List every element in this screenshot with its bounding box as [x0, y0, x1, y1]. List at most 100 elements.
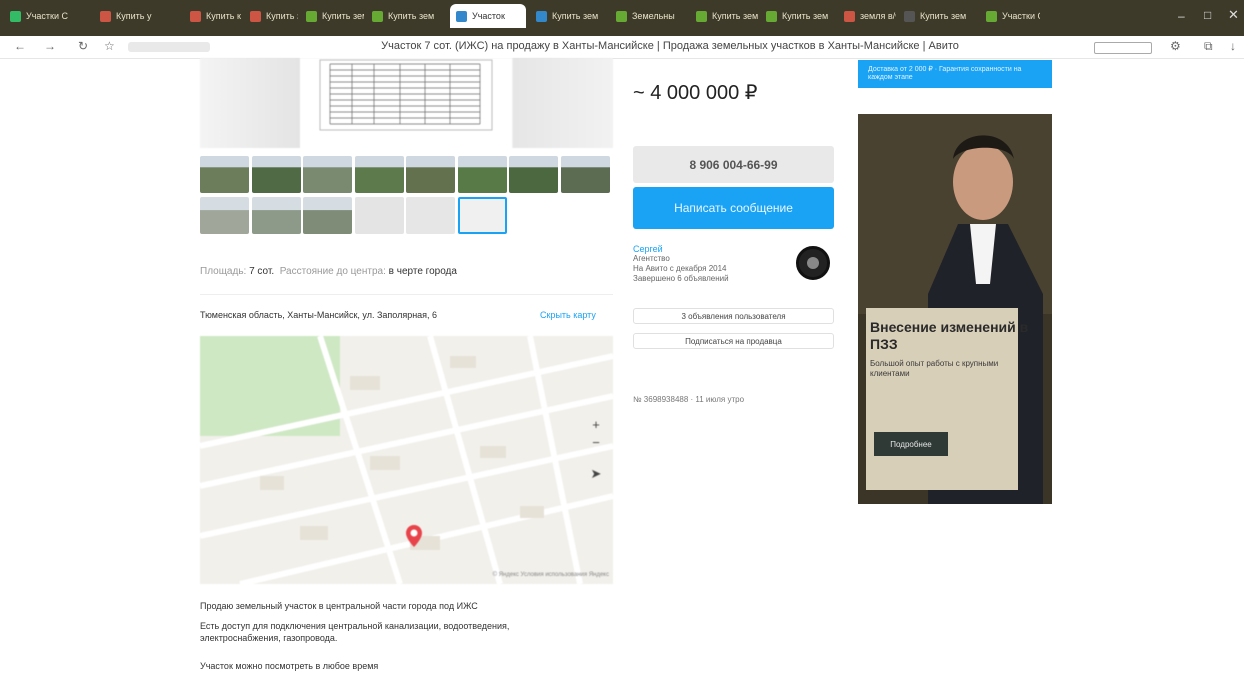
back-icon[interactable]: ←: [14, 39, 26, 53]
photo-thumbnail[interactable]: [457, 197, 507, 234]
tab-label: Участки С: [1002, 11, 1040, 21]
map[interactable]: + − ➤ © Яндекс Условия использования Янд…: [200, 336, 613, 584]
seller-name-link[interactable]: Сергей: [633, 244, 729, 254]
tab-favicon-icon: [986, 10, 997, 22]
tab-favicon-icon: [10, 10, 21, 22]
tab-label: Купить зем: [782, 11, 829, 21]
toggle-map-link[interactable]: Скрыть карту: [540, 310, 596, 320]
area-value: 7 сот.: [249, 266, 275, 277]
window-maximize-icon[interactable]: □: [1204, 8, 1211, 22]
browser-tab[interactable]: Купить зем: [366, 4, 444, 28]
show-phone-button[interactable]: 8 906 004-66-99: [633, 146, 834, 183]
photo-thumbnail[interactable]: [200, 197, 249, 234]
downloads-chip[interactable]: [1094, 42, 1152, 54]
photo-thumbnail[interactable]: [251, 197, 301, 234]
write-message-button[interactable]: Написать сообщение: [633, 187, 834, 229]
tab-favicon-icon: [456, 10, 467, 22]
photo-thumbnail[interactable]: [406, 197, 455, 234]
window-minimize-icon[interactable]: –: [1178, 9, 1185, 23]
seller-since: На Авито с декабря 2014: [633, 264, 727, 273]
area-label: Площадь:: [200, 266, 247, 277]
download-icon[interactable]: ↓: [1230, 39, 1236, 53]
photo-thumbnail[interactable]: [354, 156, 404, 193]
map-pin-icon[interactable]: [405, 524, 423, 548]
bookmark-icon[interactable]: ☆: [104, 39, 115, 53]
window-close-icon[interactable]: ✕: [1228, 7, 1239, 23]
page-title[interactable]: Участок 7 сот. (ИЖС) на продажу в Ханты-…: [360, 40, 980, 52]
tab-label: Купить зем: [920, 11, 967, 21]
zoom-out-icon[interactable]: −: [586, 432, 606, 452]
extensions-icon[interactable]: ⚙: [1170, 39, 1181, 53]
photo-thumbnail[interactable]: [200, 156, 249, 193]
tab-label: Купить у: [116, 11, 152, 21]
map-copyright[interactable]: © Яндекс Условия использования Яндекс: [493, 572, 609, 578]
browser-tab[interactable]: Купить зем: [530, 4, 608, 28]
reload-icon[interactable]: ↻: [78, 39, 88, 53]
seller-info: Сергей Агентство На Авито с декабря 2014…: [633, 244, 729, 284]
tab-favicon-icon: [250, 10, 261, 22]
seller-avatar[interactable]: [796, 246, 830, 280]
main-photo[interactable]: [200, 58, 613, 148]
photo-thumbnail[interactable]: [509, 156, 558, 193]
sidebar-advertisement[interactable]: Внесение изменений в ПЗЗ Большой опыт ра…: [858, 114, 1052, 504]
all-ads-button[interactable]: 3 объявления пользователя: [633, 308, 834, 324]
ad-more-button[interactable]: Подробнее: [874, 432, 948, 456]
params-line: Площадь: 7 сот. Расстояние до центра: в …: [200, 266, 457, 277]
photo-thumbnail[interactable]: [303, 197, 352, 234]
profile-icon[interactable]: ⧉: [1204, 39, 1213, 54]
document-table-image: [319, 59, 493, 131]
tab-label: Участок: [472, 11, 505, 21]
browser-tab[interactable]: Купить зем: [690, 4, 758, 28]
tab-favicon-icon: [306, 10, 317, 22]
promo-banner[interactable]: Доставка от 2 000 ₽ · Гарантия сохраннос…: [858, 60, 1052, 88]
browser-tab[interactable]: Купить к: [184, 4, 242, 28]
browser-tab[interactable]: Купить зем: [244, 4, 298, 28]
photo-thumbnail[interactable]: [354, 197, 404, 234]
browser-tab[interactable]: Купить зем: [760, 4, 836, 28]
browser-tab[interactable]: Участок: [450, 4, 526, 28]
browser-tab[interactable]: Участки С: [980, 4, 1040, 28]
geolocation-icon[interactable]: ➤: [586, 464, 606, 484]
browser-tab[interactable]: Купить у: [94, 4, 176, 28]
tab-favicon-icon: [100, 10, 111, 22]
tab-label: земля в/ч: [860, 11, 896, 21]
description-line-1: Продаю земельный участок в центральной ч…: [200, 601, 478, 611]
tab-favicon-icon: [536, 10, 547, 22]
browser-tab[interactable]: Купить зем: [898, 4, 978, 28]
forward-icon[interactable]: →: [44, 39, 56, 53]
tab-label: Купить зем: [712, 11, 758, 21]
ad-number: № 3698938488 · 11 июля утро: [633, 395, 745, 404]
browser-tab[interactable]: Участки С: [4, 4, 86, 28]
photo-thumbnail[interactable]: [251, 156, 301, 193]
site-info-chip[interactable]: [128, 42, 210, 52]
tab-favicon-icon: [190, 10, 201, 22]
address-bar: ← → ↻ ☆ Участок 7 сот. (ИЖС) на продажу …: [0, 36, 1244, 59]
browser-tab[interactable]: Земельны: [610, 4, 688, 28]
tab-favicon-icon: [372, 10, 383, 22]
photo-thumbnail[interactable]: [457, 156, 507, 193]
tab-label: Купить к: [206, 11, 241, 21]
photo-thumbnail[interactable]: [406, 156, 455, 193]
tab-favicon-icon: [696, 10, 707, 22]
photo-thumbnail[interactable]: [303, 156, 352, 193]
browser-tab[interactable]: Купить зем: [300, 4, 364, 28]
seller-ads-count: Завершено 6 объявлений: [633, 274, 729, 283]
tab-favicon-icon: [766, 10, 777, 22]
zoom-in-icon[interactable]: +: [586, 414, 606, 434]
tab-label: Купить зем: [266, 11, 298, 21]
tab-label: Купить зем: [552, 11, 599, 21]
description-line-3: Участок можно посмотреть в любое время: [200, 661, 379, 671]
photo-thumbnail[interactable]: [560, 156, 610, 193]
description-line-2: Есть доступ для подключения центральной …: [200, 621, 510, 643]
browser-tab[interactable]: земля в/ч: [838, 4, 896, 28]
ad-text: Внесение изменений в ПЗЗ Большой опыт ра…: [870, 319, 1040, 379]
tab-label: Купить зем: [388, 11, 435, 21]
browser-tab-bar: Участки С Купить у Купить к Купить зем Купит…: [0, 0, 1244, 36]
price: ~ 4 000 000 ₽: [633, 82, 758, 104]
subscribe-button[interactable]: Подписаться на продавца: [633, 333, 834, 349]
address-text: Тюменская область, Ханты-Мансийск, ул. З…: [200, 310, 438, 320]
tab-favicon-icon: [904, 10, 915, 22]
tab-label: Участки С: [26, 11, 68, 21]
ad-title: Внесение изменений в ПЗЗ: [870, 319, 1029, 352]
tab-favicon-icon: [844, 10, 855, 22]
